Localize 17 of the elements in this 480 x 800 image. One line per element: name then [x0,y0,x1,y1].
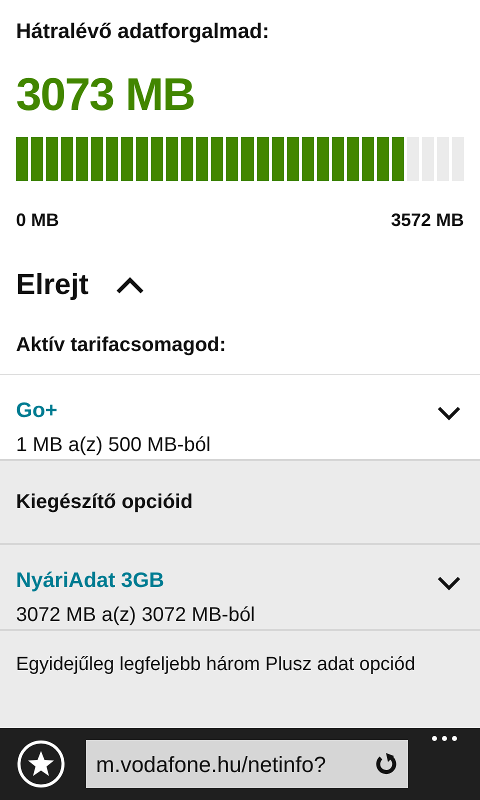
address-field[interactable]: m.vodafone.hu/netinfo? [86,740,408,788]
section-heading: Aktív tarifacsomagod: [16,332,228,358]
remaining-label: Hátralévő adatforgalmad: [16,19,270,45]
package-usage: 3072 MB a(z) 3072 MB-ból [16,602,256,628]
package-name: Go+ [16,398,58,424]
refresh-icon[interactable] [374,752,398,776]
hide-toggle[interactable]: Elrejt [16,264,147,308]
package-usage: 1 MB a(z) 500 MB-ból [16,432,211,458]
remaining-amount: 3073 MB [16,67,196,122]
package-row[interactable]: NyáriAdat 3GB 3072 MB a(z) 3072 MB-ból [0,542,480,628]
max-label: 3572 MB [390,209,464,232]
section-title: Kiegészítő opcióid [16,490,193,514]
note-text: Egyidejűleg legfeljebb három Plusz adat opciód [16,652,416,676]
package-name: NyáriAdat 3GB [16,568,166,594]
min-label: 0 MB [16,209,60,232]
package-row[interactable]: Go+ 1 MB a(z) 500 MB-ból [0,374,480,458]
more-icon[interactable] [432,736,457,741]
